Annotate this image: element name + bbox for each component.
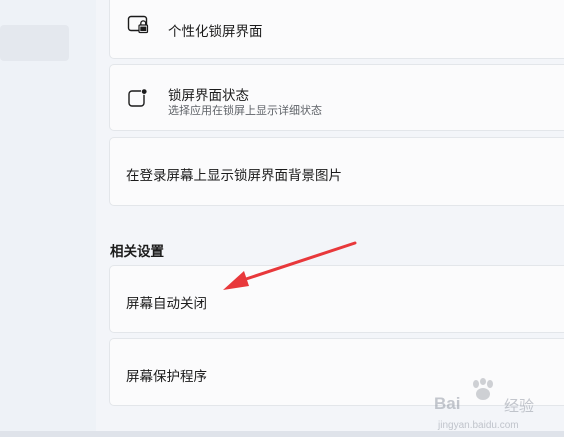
bottom-edge: [0, 431, 564, 437]
watermark-brand: Bai: [434, 394, 461, 413]
watermark: Bai 经验 jingyan.baidu.com: [432, 378, 560, 434]
related-settings-heading: 相关设置: [110, 244, 164, 259]
show-lock-background-on-signin-label: 在登录屏幕上显示锁屏界面背景图片: [126, 168, 342, 183]
personalize-lock-screen-label: 个性化锁屏界面: [168, 24, 263, 39]
lock-screen-icon: [127, 15, 149, 34]
navigation-pane: [0, 0, 96, 437]
app-status-icon: [128, 88, 148, 107]
watermark-brand-suffix: 经验: [504, 398, 535, 415]
watermark-url: jingyan.baidu.com: [438, 420, 519, 431]
lock-screen-status-label: 锁屏界面状态: [168, 88, 249, 103]
personalize-lock-screen-row[interactable]: 个性化锁屏界面: [109, 0, 564, 59]
screen-timeout-label: 屏幕自动关闭: [126, 296, 207, 311]
screen-timeout-row[interactable]: 屏幕自动关闭: [109, 265, 564, 333]
lock-screen-status-row[interactable]: 锁屏界面状态 选择应用在锁屏上显示详细状态: [109, 64, 564, 131]
lock-screen-status-description: 选择应用在锁屏上显示详细状态: [168, 105, 322, 117]
screen-saver-label: 屏幕保护程序: [126, 369, 207, 384]
show-lock-background-on-signin-row[interactable]: 在登录屏幕上显示锁屏界面背景图片: [109, 137, 564, 206]
paw-logo-icon: [473, 378, 493, 400]
nav-selected-item[interactable]: [0, 25, 69, 61]
